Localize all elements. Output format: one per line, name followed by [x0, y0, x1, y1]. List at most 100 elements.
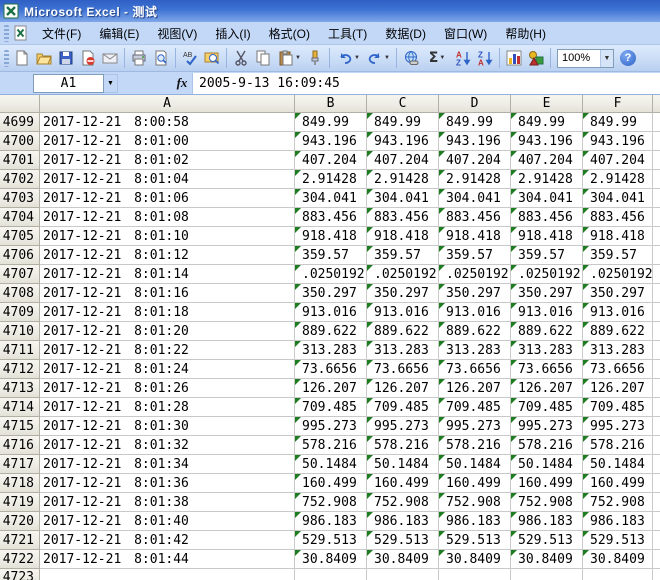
sort-descending-button[interactable]: ZA: [474, 47, 496, 69]
permission-button[interactable]: [77, 47, 99, 69]
cell-value[interactable]: 50.1484: [295, 455, 367, 474]
cell-value[interactable]: 986.183: [439, 512, 511, 531]
cell-empty[interactable]: [439, 569, 511, 580]
column-header-c[interactable]: C: [367, 95, 439, 113]
cell-value[interactable]: 913.016: [511, 303, 583, 322]
research-button[interactable]: [201, 47, 223, 69]
select-all-corner[interactable]: [0, 95, 40, 113]
cell-timestamp[interactable]: 2017-12-21 8:01:02: [40, 151, 295, 170]
cell-value[interactable]: 709.485: [295, 398, 367, 417]
chevron-down-icon[interactable]: ▼: [600, 50, 613, 67]
name-box-dropdown[interactable]: ▼: [104, 74, 118, 93]
name-box[interactable]: A1: [33, 74, 104, 93]
menu-file[interactable]: 文件(F): [33, 22, 90, 45]
cell-value[interactable]: 304.041: [511, 189, 583, 208]
cell-value[interactable]: 160.499: [295, 474, 367, 493]
cell-value[interactable]: 752.908: [295, 493, 367, 512]
row-header[interactable]: 4717: [0, 455, 40, 474]
column-header-d[interactable]: D: [439, 95, 511, 113]
cell-value[interactable]: 73.6656: [583, 360, 653, 379]
cell-value[interactable]: 913.016: [583, 303, 653, 322]
row-header[interactable]: 4710: [0, 322, 40, 341]
cell-value[interactable]: 126.207: [583, 379, 653, 398]
column-header-b[interactable]: B: [295, 95, 367, 113]
cell-value[interactable]: 359.57: [439, 246, 511, 265]
workbook-icon[interactable]: [13, 25, 29, 41]
cell-value[interactable]: 407.204: [439, 151, 511, 170]
cell-value[interactable]: 2.91428: [439, 170, 511, 189]
cell-value[interactable]: 883.456: [439, 208, 511, 227]
cell-value[interactable]: 126.207: [295, 379, 367, 398]
cell-timestamp[interactable]: 2017-12-21 8:01:44: [40, 550, 295, 569]
cell-value[interactable]: 889.622: [583, 322, 653, 341]
cell-value[interactable]: 126.207: [511, 379, 583, 398]
cell-value[interactable]: 304.041: [367, 189, 439, 208]
row-header[interactable]: 4699: [0, 113, 40, 132]
cell-value[interactable]: 529.513: [367, 531, 439, 550]
cell-timestamp[interactable]: 2017-12-21 8:01:08: [40, 208, 295, 227]
row-header[interactable]: 4702: [0, 170, 40, 189]
cell-value[interactable]: 30.8409: [439, 550, 511, 569]
cell-value[interactable]: 709.485: [367, 398, 439, 417]
cell-value[interactable]: 752.908: [583, 493, 653, 512]
chart-wizard-button[interactable]: [503, 47, 525, 69]
row-header[interactable]: 4706: [0, 246, 40, 265]
cell-value[interactable]: 986.183: [295, 512, 367, 531]
paste-button[interactable]: ▼: [274, 47, 304, 69]
cell-value[interactable]: 883.456: [367, 208, 439, 227]
cell-value[interactable]: 913.016: [439, 303, 511, 322]
cell-value[interactable]: 50.1484: [583, 455, 653, 474]
cell-value[interactable]: .0250192: [439, 265, 511, 284]
row-header[interactable]: 4716: [0, 436, 40, 455]
row-header[interactable]: 4723: [0, 569, 40, 580]
cell-value[interactable]: 995.273: [511, 417, 583, 436]
redo-button[interactable]: ▼: [363, 47, 393, 69]
menu-insert[interactable]: 插入(I): [206, 22, 259, 45]
cell-value[interactable]: 918.418: [583, 227, 653, 246]
row-header[interactable]: 4708: [0, 284, 40, 303]
cell-value[interactable]: 986.183: [583, 512, 653, 531]
cell-timestamp[interactable]: 2017-12-21 8:01:38: [40, 493, 295, 512]
menu-edit[interactable]: 编辑(E): [90, 22, 148, 45]
cell-value[interactable]: 313.283: [439, 341, 511, 360]
cell-value[interactable]: 995.273: [583, 417, 653, 436]
cell-value[interactable]: 359.57: [583, 246, 653, 265]
cell-timestamp[interactable]: 2017-12-21 8:01:06: [40, 189, 295, 208]
cell-value[interactable]: 578.216: [583, 436, 653, 455]
menu-help[interactable]: 帮助(H): [496, 22, 555, 45]
cell-value[interactable]: 160.499: [367, 474, 439, 493]
cell-value[interactable]: 126.207: [367, 379, 439, 398]
cell-value[interactable]: 350.297: [583, 284, 653, 303]
cell-value[interactable]: 943.196: [367, 132, 439, 151]
cell-timestamp[interactable]: 2017-12-21 8:01:30: [40, 417, 295, 436]
cell-value[interactable]: 889.622: [511, 322, 583, 341]
menu-tools[interactable]: 工具(T): [319, 22, 376, 45]
row-header[interactable]: 4701: [0, 151, 40, 170]
cell-empty[interactable]: [583, 569, 653, 580]
email-button[interactable]: [99, 47, 121, 69]
cell-value[interactable]: 889.622: [439, 322, 511, 341]
cell-value[interactable]: 709.485: [511, 398, 583, 417]
cell-timestamp[interactable]: 2017-12-21 8:01:24: [40, 360, 295, 379]
cell-value[interactable]: 313.283: [583, 341, 653, 360]
cell-value[interactable]: 752.908: [367, 493, 439, 512]
cell-value[interactable]: 578.216: [295, 436, 367, 455]
cell-value[interactable]: 2.91428: [367, 170, 439, 189]
cell-value[interactable]: 313.283: [367, 341, 439, 360]
cell-value[interactable]: 529.513: [439, 531, 511, 550]
column-header-a[interactable]: A: [40, 95, 295, 113]
cell-value[interactable]: 913.016: [295, 303, 367, 322]
cell-value[interactable]: 849.99: [511, 113, 583, 132]
cell-value[interactable]: 304.041: [295, 189, 367, 208]
cell-value[interactable]: 529.513: [295, 531, 367, 550]
cell-value[interactable]: 849.99: [367, 113, 439, 132]
cell-value[interactable]: 986.183: [367, 512, 439, 531]
cell-value[interactable]: 709.485: [439, 398, 511, 417]
cell-timestamp[interactable]: 2017-12-21 8:01:20: [40, 322, 295, 341]
cell-timestamp[interactable]: 2017-12-21 8:01:34: [40, 455, 295, 474]
cell-timestamp[interactable]: 2017-12-21 8:01:26: [40, 379, 295, 398]
cell-empty[interactable]: [367, 569, 439, 580]
cell-timestamp[interactable]: 2017-12-21 8:01:22: [40, 341, 295, 360]
cell-value[interactable]: 986.183: [511, 512, 583, 531]
format-painter-button[interactable]: [304, 47, 326, 69]
